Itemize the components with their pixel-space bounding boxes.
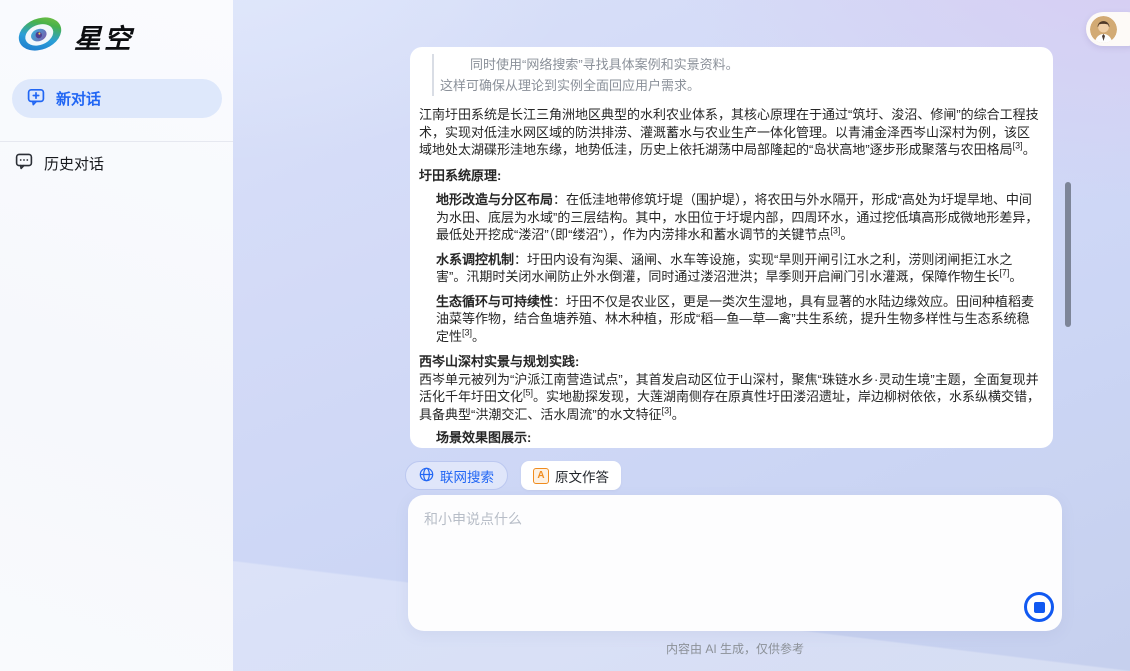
answer-intro-paragraph: 江南圩田系统是长江三角洲地区典型的水利农业体系，其核心原理在于通过“筑圩、浚沼、… <box>419 106 1041 159</box>
new-chat-button[interactable]: 新对话 <box>12 79 222 118</box>
list-item-label: 地形改造与分区布局 <box>436 192 553 207</box>
web-search-button[interactable]: 联网搜索 <box>405 461 508 490</box>
list-item-text: ：圩田内设有沟渠、涵闸、水车等设施，实现“旱则开闸引江水之利，涝则闭闸拒江水之害… <box>436 252 1022 285</box>
section-title-principles: 圩田系统原理: <box>419 167 1041 185</box>
globe-icon <box>419 467 434 485</box>
stop-icon <box>1034 602 1045 613</box>
assistant-message-card: 同时使用“网络搜索”寻找具体案例和实景资料。 这样可确保从理论到实例全面回应用户… <box>410 47 1053 448</box>
new-chat-bubble-plus-icon <box>26 87 46 111</box>
history-chat-label: 历史对话 <box>44 153 104 174</box>
list-item-ecology: 生态循环与可持续性：圩田不仅是农业区，更是一类次生湿地，具有显著的水陆边缘效应。… <box>436 293 1041 346</box>
original-answer-label: 原文作答 <box>555 466 609 486</box>
new-chat-label: 新对话 <box>56 88 101 109</box>
document-a-icon: A <box>533 468 549 484</box>
sidebar-divider <box>0 141 233 142</box>
practice-paragraph: 西岑单元被列为“沪派江南营造试点”，其首发启动区位于山深村，聚焦“珠链水乡·灵动… <box>419 371 1041 424</box>
thinking-line: 同时使用“网络搜索”寻找具体案例和实景资料。 <box>440 54 1041 75</box>
history-chat-item[interactable]: 历史对话 <box>14 151 104 175</box>
thinking-line: 这样可确保从理论到实例全面回应用户需求。 <box>440 75 1041 96</box>
user-avatar <box>1090 16 1117 43</box>
app-window: 星空 新对话 历 <box>0 0 1130 671</box>
ai-disclaimer: 内容由 AI 生成，仅供参考 <box>408 640 1062 657</box>
history-bubble-dots-icon <box>14 151 34 175</box>
galaxy-logo-icon <box>17 14 63 59</box>
original-answer-button[interactable]: A 原文作答 <box>521 461 621 490</box>
composer-box <box>408 495 1062 631</box>
chat-input[interactable] <box>408 495 1062 631</box>
web-search-label: 联网搜索 <box>440 466 494 486</box>
list-item-water-control: 水系调控机制：圩田内设有沟渠、涵闸、水车等设施，实现“旱则开闸引江水之利，涝则闭… <box>436 251 1041 286</box>
composer-toolbar: 联网搜索 A 原文作答 <box>405 461 621 490</box>
list-item-label: 生态循环与可持续性 <box>436 294 553 309</box>
section-title-practice: 西岑山深村实景与规划实践: <box>419 353 1041 371</box>
stop-generating-button[interactable] <box>1024 592 1054 622</box>
sidebar: 星空 新对话 历 <box>0 0 233 671</box>
list-item-terrain: 地形改造与分区布局：在低洼地带修筑圩堤（围护堤），将农田与外水隔开，形成“高处为… <box>436 191 1041 244</box>
brand-title: 星空 <box>74 17 134 56</box>
thinking-quote-block: 同时使用“网络搜索”寻找具体案例和实景资料。 这样可确保从理论到实例全面回应用户… <box>432 54 1041 96</box>
user-avatar-pill[interactable] <box>1086 12 1130 46</box>
scene-caption: 场景效果图展示: <box>436 429 1041 447</box>
chat-scrollbar-thumb[interactable] <box>1065 182 1071 327</box>
list-item-label: 水系调控机制 <box>436 252 514 267</box>
brand-logo-row: 星空 <box>17 14 134 59</box>
